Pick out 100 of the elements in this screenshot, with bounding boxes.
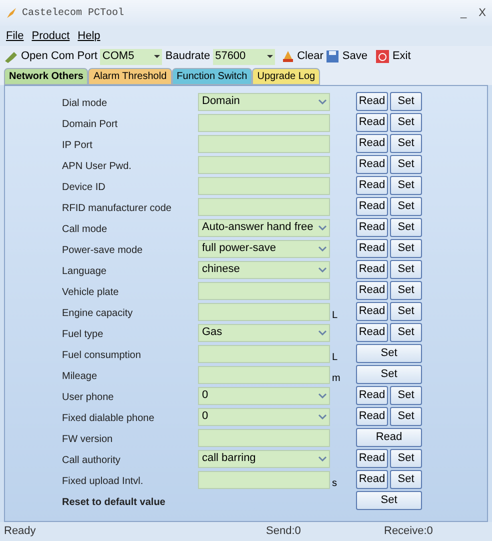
chevron-down-icon bbox=[318, 224, 327, 230]
input-field[interactable] bbox=[198, 176, 330, 194]
action-button[interactable]: Set bbox=[390, 470, 422, 489]
minimize-button[interactable]: _ bbox=[460, 4, 467, 22]
port-dropdown[interactable]: COM5 bbox=[100, 48, 162, 64]
field-label: FW version bbox=[62, 434, 113, 444]
read-button[interactable]: Read bbox=[356, 386, 388, 405]
input-field[interactable] bbox=[198, 198, 330, 216]
dropdown[interactable]: call barring bbox=[198, 450, 330, 468]
action-button[interactable]: Read bbox=[356, 428, 422, 447]
chevron-down-icon bbox=[318, 414, 327, 420]
dropdown[interactable]: Gas bbox=[198, 324, 330, 342]
action-button[interactable]: Set bbox=[390, 113, 422, 132]
action-button[interactable]: Set bbox=[390, 218, 422, 237]
power-icon bbox=[376, 50, 390, 63]
action-button[interactable]: Set bbox=[390, 281, 422, 300]
action-button[interactable]: Set bbox=[390, 260, 422, 279]
read-button[interactable]: Read bbox=[356, 281, 388, 300]
close-button[interactable]: X bbox=[478, 4, 486, 22]
action-button[interactable]: Set bbox=[390, 134, 422, 153]
action-button[interactable]: Set bbox=[390, 92, 422, 111]
read-button[interactable]: Read bbox=[356, 218, 388, 237]
input-field[interactable] bbox=[198, 428, 330, 446]
input-field[interactable] bbox=[198, 114, 330, 132]
tab[interactable]: Upgrade Log bbox=[252, 68, 320, 85]
read-button[interactable]: Read bbox=[356, 323, 388, 342]
input-field[interactable] bbox=[198, 344, 330, 362]
action-button[interactable]: Set bbox=[356, 365, 422, 384]
action-button[interactable]: Set bbox=[356, 344, 422, 363]
field-label: Call authority bbox=[62, 454, 120, 466]
field-label: Domain Port bbox=[62, 118, 118, 130]
field-label: Fuel consumption bbox=[62, 350, 141, 360]
menu-item[interactable]: File bbox=[6, 28, 24, 44]
read-button[interactable]: Read bbox=[356, 470, 388, 489]
input-field[interactable] bbox=[198, 282, 330, 300]
action-button[interactable]: Set bbox=[390, 176, 422, 195]
action-button[interactable]: Set bbox=[390, 449, 422, 468]
field-label: Device ID bbox=[62, 182, 106, 192]
field-label: Engine capacity bbox=[62, 308, 133, 318]
field-label: Reset to default value bbox=[62, 496, 166, 508]
tab[interactable]: Function Switch bbox=[172, 68, 252, 85]
read-button[interactable]: Read bbox=[356, 260, 388, 279]
unit-label: L bbox=[332, 310, 338, 321]
chevron-down-icon bbox=[318, 266, 327, 272]
baudrate-label: Baudrate bbox=[165, 49, 210, 64]
unit-label: m bbox=[332, 373, 340, 384]
dropdown[interactable]: 0 bbox=[198, 386, 330, 404]
open-port-button[interactable]: Open Com Port bbox=[21, 48, 98, 65]
action-button[interactable]: Set bbox=[390, 386, 422, 405]
chevron-down-icon bbox=[318, 456, 327, 462]
dropdown[interactable]: full power-save bbox=[198, 240, 330, 258]
field-label: APN User Pwd. bbox=[62, 160, 132, 172]
read-button[interactable]: Read bbox=[356, 302, 388, 321]
field-label: Call mode bbox=[62, 224, 108, 234]
action-button[interactable]: Set bbox=[390, 197, 422, 216]
field-label: Dial mode bbox=[62, 98, 108, 108]
read-button[interactable]: Read bbox=[356, 239, 388, 258]
read-button[interactable]: Read bbox=[356, 449, 388, 468]
chevron-down-icon bbox=[318, 246, 327, 252]
dropdown[interactable]: Auto-answer hand free bbox=[198, 218, 330, 236]
chevron-down-icon bbox=[318, 330, 327, 336]
dropdown[interactable]: chinese bbox=[198, 260, 330, 278]
field-label: Power-save mode bbox=[62, 244, 143, 256]
menu-item[interactable]: Help bbox=[78, 28, 100, 44]
read-button[interactable]: Read bbox=[356, 134, 388, 153]
window-title: Castelecom PCTool bbox=[22, 6, 124, 20]
read-button[interactable]: Read bbox=[356, 92, 388, 111]
field-label: Vehicle plate bbox=[62, 286, 119, 298]
action-button[interactable]: Set bbox=[390, 239, 422, 258]
action-button[interactable]: Set bbox=[390, 155, 422, 174]
input-field[interactable] bbox=[198, 470, 330, 488]
action-button[interactable]: Set bbox=[390, 323, 422, 342]
dropdown[interactable]: 0 bbox=[198, 408, 330, 426]
send-count: Send:0 bbox=[266, 524, 302, 540]
receive-count: Receive:0 bbox=[384, 524, 433, 540]
read-button[interactable]: Read bbox=[356, 113, 388, 132]
chevron-down-icon bbox=[318, 392, 327, 398]
input-field[interactable] bbox=[198, 302, 330, 320]
menu-item[interactable]: Product bbox=[32, 28, 70, 44]
tab[interactable]: Network Others bbox=[4, 68, 88, 85]
tab[interactable]: Alarm Threshold bbox=[88, 68, 172, 85]
clear-button[interactable]: Clear bbox=[297, 48, 324, 65]
read-button[interactable]: Read bbox=[356, 155, 388, 174]
field-label: Fixed dialable phone bbox=[62, 412, 154, 424]
eraser-icon bbox=[282, 50, 294, 63]
input-field[interactable] bbox=[198, 156, 330, 174]
action-button[interactable]: Set bbox=[390, 407, 422, 426]
action-button[interactable]: Set bbox=[390, 302, 422, 321]
read-button[interactable]: Read bbox=[356, 176, 388, 195]
exit-button[interactable]: Exit bbox=[392, 48, 411, 65]
baudrate-dropdown[interactable]: 57600 bbox=[213, 48, 276, 64]
read-button[interactable]: Read bbox=[356, 407, 388, 426]
input-field[interactable] bbox=[198, 134, 330, 152]
save-button[interactable]: Save bbox=[342, 48, 368, 65]
field-label: RFID manufacturer code bbox=[62, 202, 172, 214]
read-button[interactable]: Read bbox=[356, 197, 388, 216]
dropdown[interactable]: Domain bbox=[198, 92, 330, 110]
status-text: Ready bbox=[4, 524, 37, 540]
input-field[interactable] bbox=[198, 366, 330, 384]
action-button[interactable]: Set bbox=[356, 491, 422, 510]
